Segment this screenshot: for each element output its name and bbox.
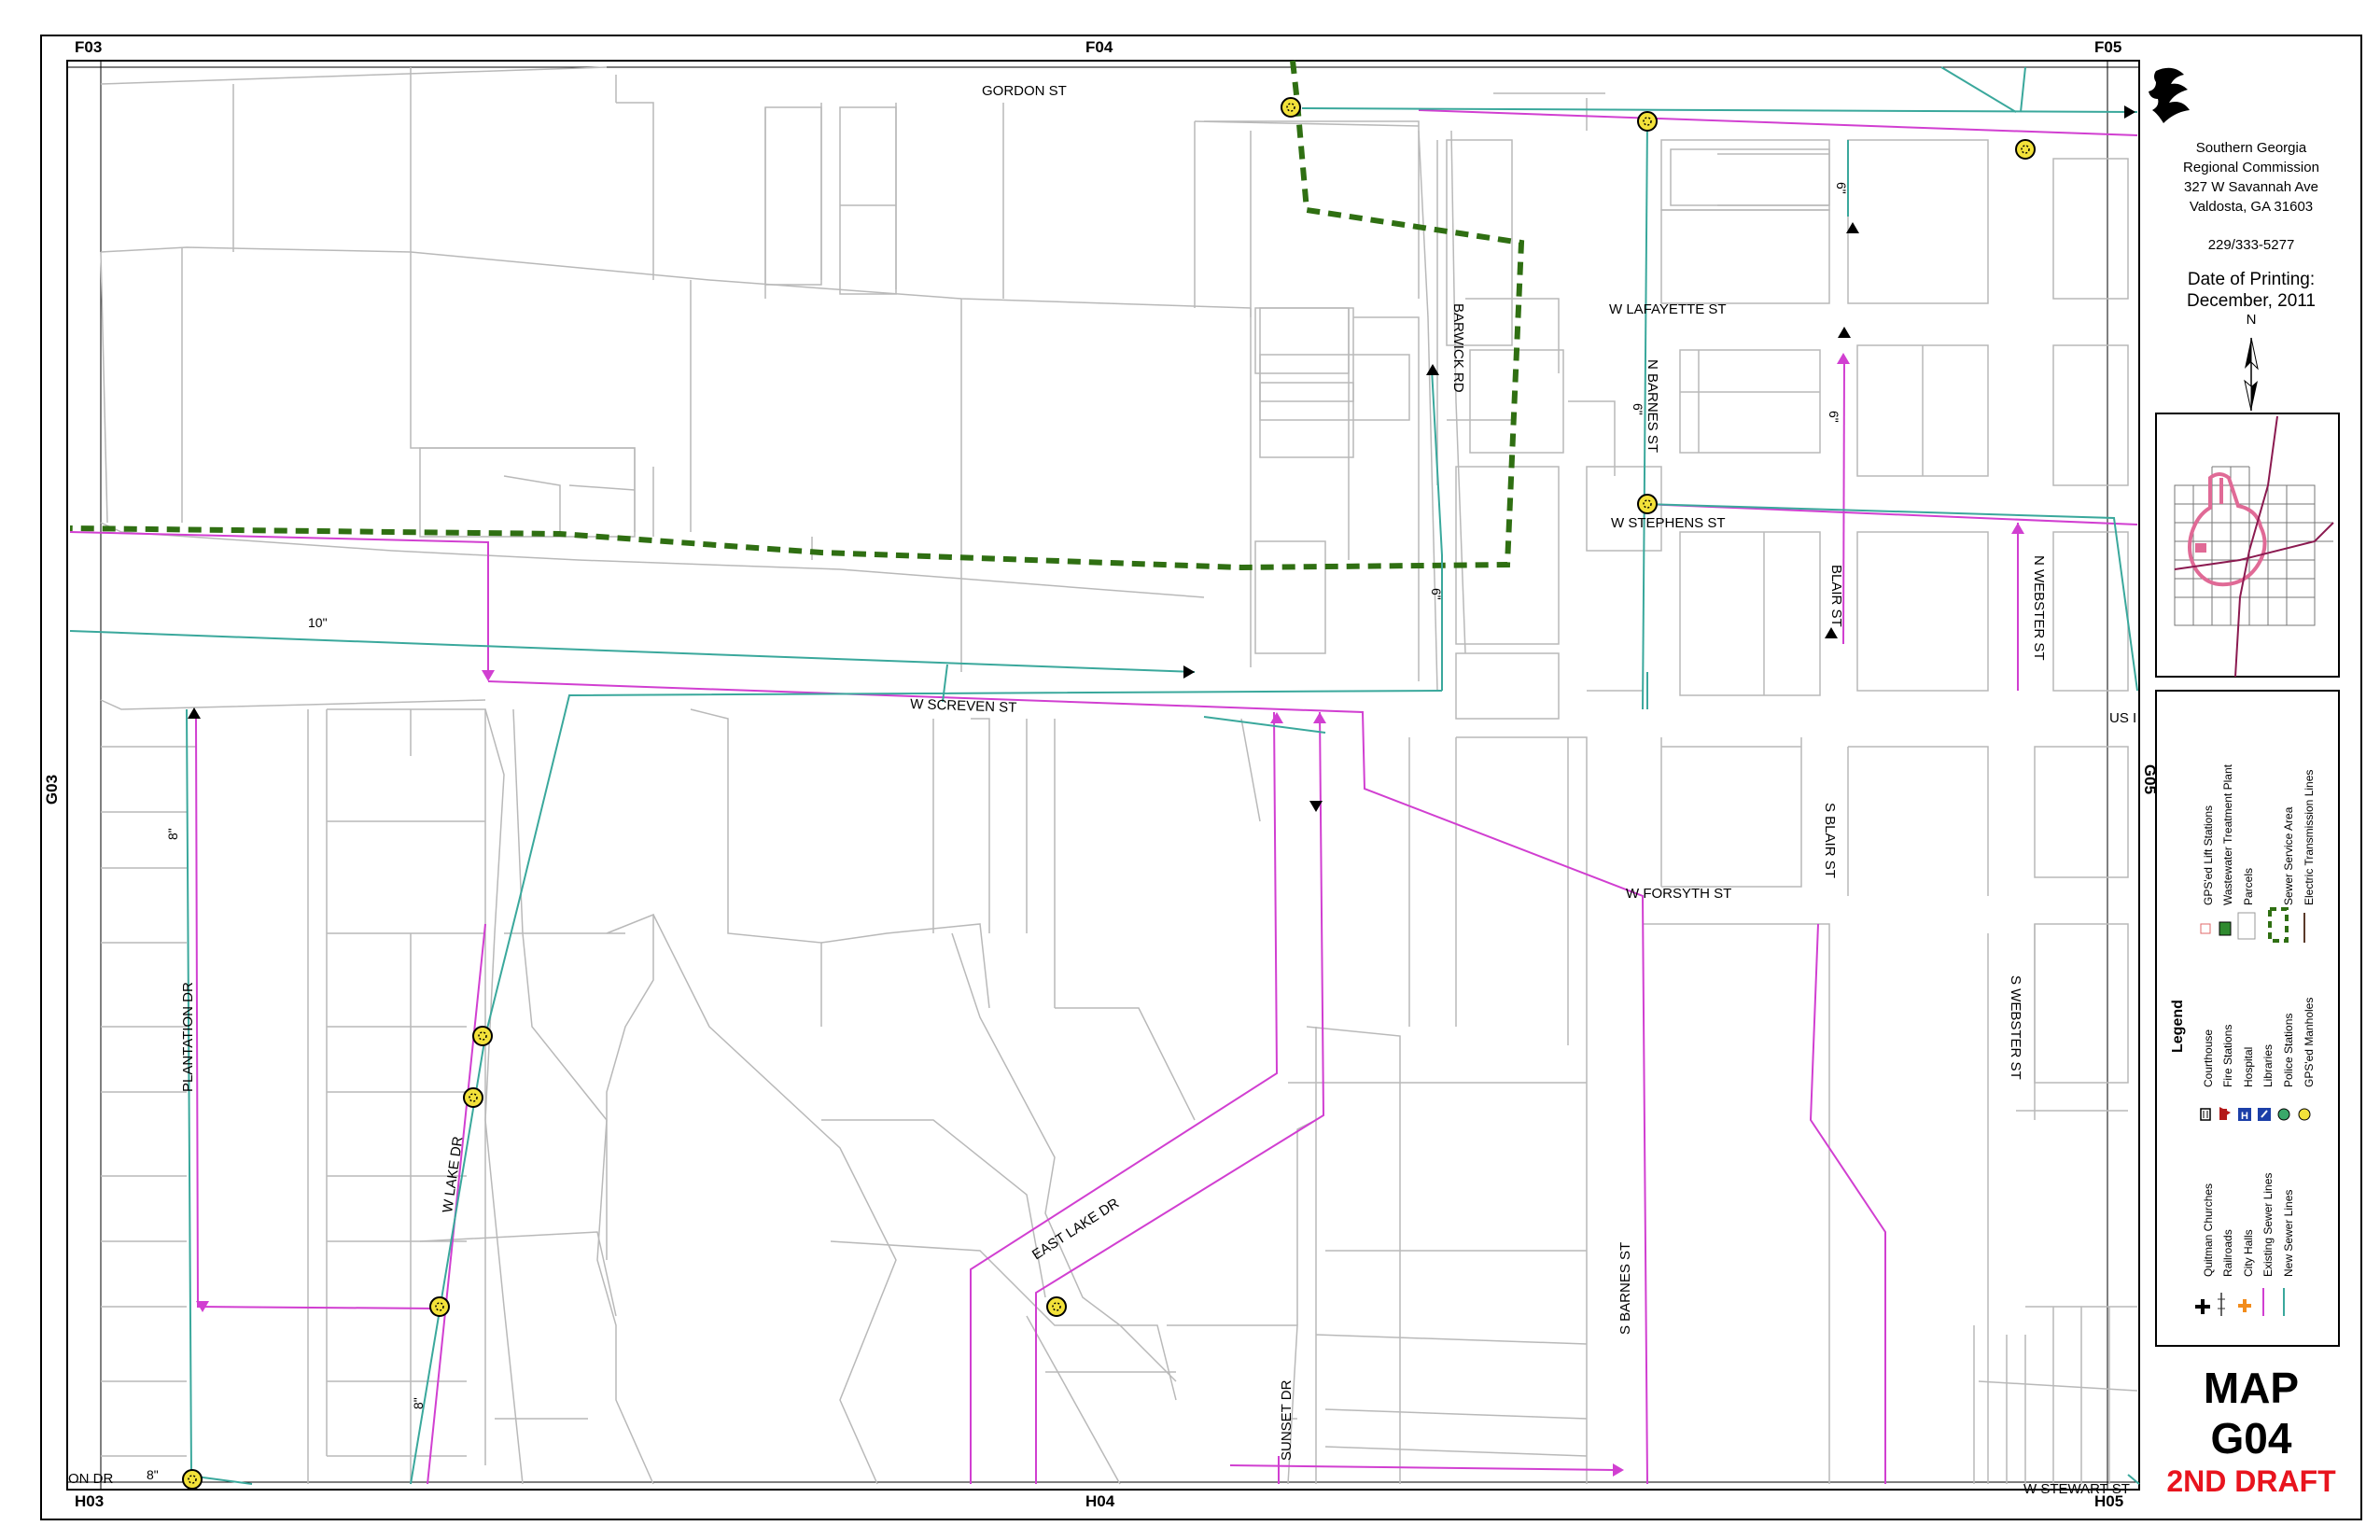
pipe-size-label: 8"	[411, 1397, 426, 1409]
street-sunset: SUNSET DR	[1279, 1379, 1295, 1461]
map-frame	[66, 60, 2140, 1491]
legend-hospital: Hospital	[2242, 1047, 2255, 1087]
pipe-size-label: 6"	[1631, 403, 1645, 415]
flow-arrows	[188, 105, 2135, 1477]
legend-icon-wwtp	[2219, 921, 2232, 936]
sewer-service-area	[69, 60, 1525, 571]
street-lafayette: W LAFAYETTE ST	[1609, 301, 1727, 317]
grid-label-bottom-center: H04	[1085, 1492, 1115, 1510]
inset-locator-map	[2155, 413, 2340, 678]
legend-parcels: Parcels	[2242, 868, 2255, 905]
legend-existing-sewer: Existing Sewer Lines	[2261, 1173, 2275, 1277]
street-n-webster: N WEBSTER ST	[2031, 555, 2047, 661]
grid-label-right: G05	[2141, 763, 2160, 795]
pipe-size-label: 8"	[165, 828, 180, 840]
map-title-label: MAP	[2203, 1364, 2300, 1412]
grid-label-top-left: F03	[75, 38, 103, 56]
legend-icon-manhole	[2298, 1108, 2311, 1121]
grid-label-bottom-right: H05	[2094, 1492, 2124, 1510]
print-info: Date of Printing: December, 2011	[2163, 269, 2339, 312]
legend-manholes: GPS'ed Manholes	[2303, 998, 2316, 1087]
street-stephens: W STEPHENS ST	[1611, 515, 1726, 531]
manhole-marker	[1637, 494, 1658, 514]
street-forsyth: W FORSYTH ST	[1626, 886, 1731, 902]
street-barwick: BARWICK RD	[1450, 303, 1466, 393]
pipe-size-label: 10"	[308, 615, 328, 630]
map-canvas: GORDON ST W LAFAYETTE ST W STEPHENS ST W…	[40, 35, 2362, 1520]
legend-icon-parcel	[2237, 912, 2256, 940]
legend-service-area: Sewer Service Area	[2282, 806, 2295, 905]
legend-icon-hospital: H	[2238, 1108, 2251, 1122]
org-name-line2: Regional Commission	[2183, 160, 2319, 175]
street-screven: W SCREVEN ST	[910, 696, 1017, 716]
manhole-marker	[1637, 111, 1658, 132]
manhole-marker	[429, 1296, 450, 1317]
print-date-value: December, 2011	[2186, 291, 2316, 311]
grid-label-top-center: F04	[1085, 38, 1113, 56]
legend-new-sewer: New Sewer Lines	[2282, 1190, 2295, 1277]
legend-lift-stations: GPS'ed Lift Stations	[2202, 805, 2215, 905]
street-east-lake: EAST LAKE DR	[1029, 1196, 1122, 1264]
map-title: MAP G04 2ND DRAFT	[2163, 1363, 2339, 1499]
legend-icon-lift-station	[2200, 923, 2211, 934]
manhole-marker	[182, 1469, 203, 1490]
pipe-size-label: 6"	[1429, 588, 1444, 600]
grid-label-bottom-left: H03	[75, 1492, 105, 1510]
legend-quitman-churches: Quitman Churches	[2202, 1183, 2215, 1277]
org-address1: 327 W Savannah Ave	[2184, 179, 2318, 195]
legend-icon-police	[2277, 1108, 2290, 1121]
print-date-label: Date of Printing:	[2187, 270, 2316, 289]
street-s-barnes: S BARNES ST	[1617, 1242, 1633, 1335]
legend-icon-library	[2258, 1108, 2271, 1121]
manhole-marker	[472, 1026, 493, 1046]
street-s-webster: S WEBSTER ST	[2008, 975, 2023, 1080]
north-label: N	[2246, 312, 2257, 328]
gps-manholes	[182, 97, 2036, 1490]
svg-text:H: H	[2241, 1111, 2248, 1122]
draft-label: 2ND DRAFT	[2166, 1464, 2336, 1498]
sgrc-logo	[2149, 67, 2190, 123]
legend-fire-stations: Fire Stations	[2221, 1025, 2234, 1087]
legend-libraries: Libraries	[2261, 1044, 2275, 1087]
existing-sewer-lines	[69, 109, 2138, 1485]
legend-electric: Electric Transmission Lines	[2303, 770, 2316, 905]
street-n-barnes: N BARNES ST	[1645, 359, 1660, 453]
legend-railroads: Railroads	[2221, 1229, 2234, 1277]
parcels	[100, 66, 2138, 1485]
pipe-size-label: 6"	[1834, 182, 1849, 194]
legend-city-halls: City Halls	[2242, 1229, 2255, 1277]
org-address2: Valdosta, GA 31603	[2189, 199, 2314, 215]
manhole-marker	[1046, 1296, 1067, 1317]
street-blair: BLAIR ST	[1828, 565, 1844, 627]
street-plantation: PLANTATION DR	[180, 982, 196, 1092]
pipe-size-label: 8"	[147, 1467, 159, 1482]
street-on-dr: ON DR	[68, 1471, 114, 1487]
outer-frame	[40, 35, 2362, 1520]
grid-label-top-right: F05	[2094, 38, 2122, 56]
legend-title: Legend	[2170, 1000, 2186, 1053]
manhole-marker	[1281, 97, 1301, 118]
street-us: US I	[2109, 710, 2136, 726]
org-phone: 229/333-5277	[2207, 237, 2295, 253]
pipe-size-label: 6"	[1827, 411, 1841, 423]
manhole-marker	[463, 1087, 483, 1108]
legend-courthouse: Courthouse	[2202, 1029, 2215, 1087]
legend-wwtp: Wastewater Treatment Plant	[2221, 763, 2234, 905]
street-gordon: GORDON ST	[982, 83, 1067, 99]
legend-police: Police Stations	[2282, 1014, 2295, 1087]
manhole-marker	[2015, 139, 2036, 160]
org-info: Southern Georgia Regional Commission 327…	[2163, 138, 2339, 255]
north-arrow-icon	[2244, 337, 2259, 412]
grid-label-left: G03	[43, 774, 62, 805]
org-name-line1: Southern Georgia	[2195, 140, 2307, 156]
street-s-blair: S BLAIR ST	[1822, 803, 1838, 878]
map-title-id: G04	[2210, 1414, 2292, 1463]
